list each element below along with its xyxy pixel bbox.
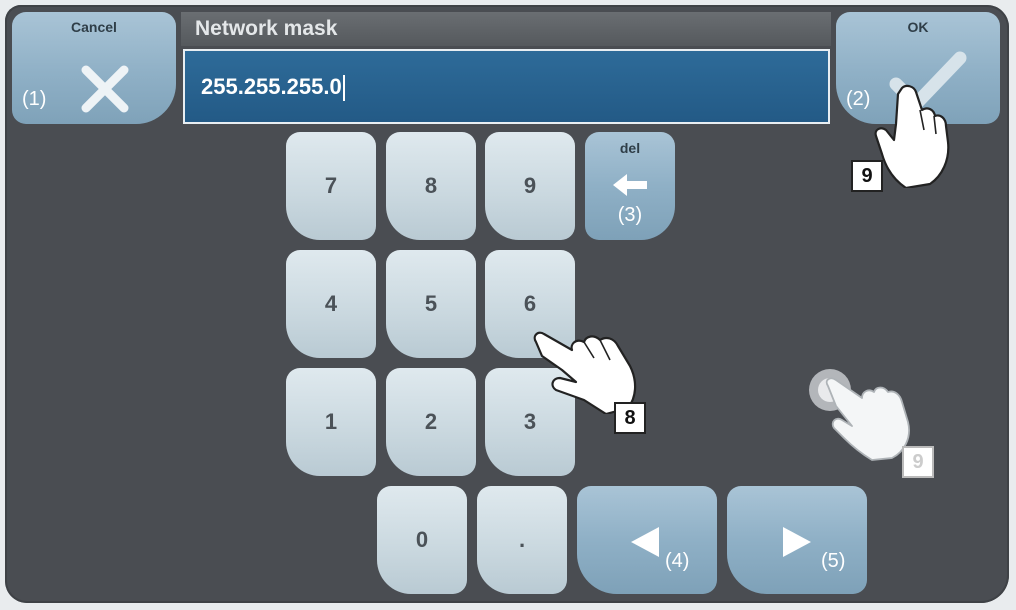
key-dot[interactable]: . bbox=[477, 486, 567, 594]
key-2[interactable]: 2 bbox=[386, 368, 476, 476]
key-4[interactable]: 4 bbox=[286, 250, 376, 358]
key-8[interactable]: 8 bbox=[386, 132, 476, 240]
text-caret bbox=[342, 75, 345, 102]
tap-gesture-icon bbox=[809, 369, 910, 461]
input-value: 255.255.255.0 bbox=[201, 74, 342, 99]
key-1[interactable]: 1 bbox=[286, 368, 376, 476]
key-7[interactable]: 7 bbox=[286, 132, 376, 240]
cursor-left-button[interactable]: (4) bbox=[577, 486, 717, 594]
backspace-arrow-icon bbox=[613, 174, 647, 196]
cursor-right-button[interactable]: (5) bbox=[727, 486, 867, 594]
step-number-tap: 9 bbox=[902, 446, 934, 478]
triangle-left-icon bbox=[631, 527, 659, 557]
del-label: del bbox=[619, 140, 641, 156]
key-label: 0 bbox=[415, 527, 429, 552]
close-icon bbox=[81, 65, 129, 113]
del-callout: (3) bbox=[617, 204, 643, 226]
key-label: 5 bbox=[424, 291, 438, 316]
step-number-ok: 9 bbox=[851, 160, 883, 192]
cancel-button[interactable]: Cancel (1) bbox=[12, 12, 176, 124]
key-label: 4 bbox=[324, 291, 338, 316]
dialog-title: Network mask bbox=[181, 12, 831, 46]
key-label: 1 bbox=[324, 409, 338, 434]
triangle-right-icon bbox=[783, 527, 811, 557]
key-label: 9 bbox=[523, 173, 537, 198]
pointing-hand-icon bbox=[874, 84, 950, 188]
key-label: 6 bbox=[523, 291, 537, 316]
left-callout: (4) bbox=[665, 550, 690, 572]
network-mask-input[interactable]: 255.255.255.0 bbox=[183, 49, 830, 124]
cancel-label: Cancel bbox=[71, 19, 117, 35]
ok-callout: (2) bbox=[846, 88, 871, 110]
key-label: 8 bbox=[424, 173, 438, 198]
cancel-callout: (1) bbox=[22, 88, 47, 110]
key-0[interactable]: 0 bbox=[377, 486, 467, 594]
right-callout: (5) bbox=[821, 550, 846, 572]
key-label: 7 bbox=[324, 173, 338, 198]
del-button[interactable]: del (3) bbox=[585, 132, 675, 240]
ok-label: OK bbox=[907, 19, 929, 35]
key-label: . bbox=[518, 527, 526, 552]
key-label: 2 bbox=[424, 409, 438, 434]
key-9[interactable]: 9 bbox=[485, 132, 575, 240]
step-number-key: 8 bbox=[614, 402, 646, 434]
key-5[interactable]: 5 bbox=[386, 250, 476, 358]
